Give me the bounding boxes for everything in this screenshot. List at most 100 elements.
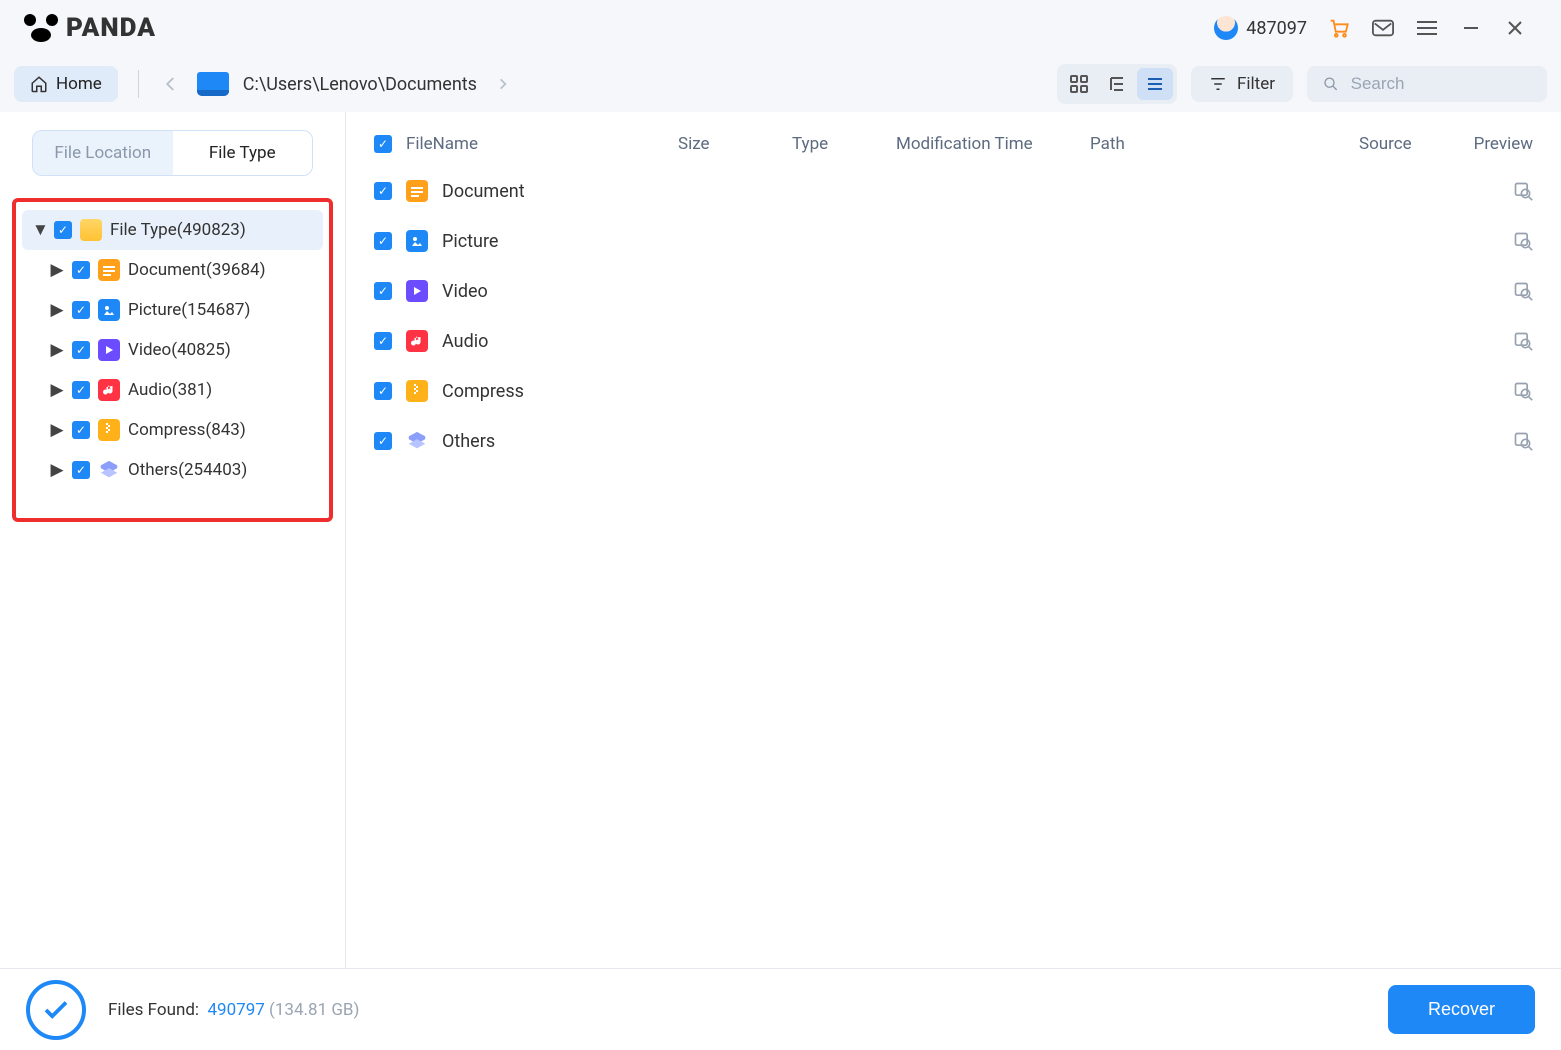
preview-button[interactable]: [1493, 231, 1533, 251]
view-mode-group: [1057, 64, 1177, 104]
tree-root-count: (490823): [177, 220, 246, 240]
preview-button[interactable]: [1493, 381, 1533, 401]
home-button[interactable]: Home: [14, 66, 118, 102]
tree-root-label: File Type: [110, 220, 177, 240]
home-icon: [30, 75, 48, 93]
filter-label: Filter: [1237, 74, 1275, 94]
tree-item-label: Audio(381): [128, 380, 212, 400]
tree-item-label: Document(39684): [128, 260, 266, 280]
row-checkbox[interactable]: ✓: [374, 232, 392, 250]
checkbox[interactable]: ✓: [54, 221, 72, 239]
pic-icon: [98, 299, 120, 321]
mail-icon[interactable]: [1361, 6, 1405, 50]
table-header: ✓ FileName Size Type Modification Time P…: [374, 126, 1533, 166]
sidebar: File Location File Type ▼ ✓ File Type(49…: [0, 112, 346, 968]
tree-item-label: Others(254403): [128, 460, 247, 480]
scan-complete-icon: [26, 980, 86, 1040]
tree-item-label: Video(40825): [128, 340, 231, 360]
file-list: ✓ FileName Size Type Modification Time P…: [346, 112, 1561, 968]
status-count: 490797: [208, 1000, 265, 1020]
vid-icon: [406, 280, 428, 302]
select-all-checkbox[interactable]: ✓: [374, 135, 392, 153]
tree-item-zip[interactable]: ▶ ✓ Compress(843): [16, 410, 329, 450]
row-checkbox[interactable]: ✓: [374, 382, 392, 400]
col-type[interactable]: Type: [792, 134, 882, 154]
filter-button[interactable]: Filter: [1191, 66, 1293, 102]
tree-item-doc[interactable]: ▶ ✓ Document(39684): [16, 250, 329, 290]
table-row[interactable]: ✓ Audio: [374, 316, 1533, 366]
caret-right-icon[interactable]: ▶: [50, 460, 64, 480]
panda-icon: [24, 14, 58, 42]
caret-right-icon[interactable]: ▶: [50, 260, 64, 280]
row-checkbox[interactable]: ✓: [374, 182, 392, 200]
checkbox[interactable]: ✓: [72, 421, 90, 439]
tree-item-label: Compress(843): [128, 420, 246, 440]
col-filename[interactable]: FileName: [406, 134, 478, 154]
preview-button[interactable]: [1493, 431, 1533, 451]
col-modification-time[interactable]: Modification Time: [896, 134, 1076, 154]
back-button[interactable]: [159, 72, 183, 96]
status-label: Files Found:: [108, 1000, 199, 1020]
checkbox[interactable]: ✓: [72, 261, 90, 279]
table-row[interactable]: ✓Document: [374, 166, 1533, 216]
tree-item-vid[interactable]: ▶ ✓ Video(40825): [16, 330, 329, 370]
tree-item-label: Picture(154687): [128, 300, 250, 320]
status-size: (134.81 GB): [269, 1000, 359, 1020]
list-view-button[interactable]: [1137, 68, 1173, 100]
tab-file-location[interactable]: File Location: [33, 131, 173, 175]
row-checkbox[interactable]: ✓: [374, 432, 392, 450]
close-button[interactable]: [1493, 6, 1537, 50]
checkbox[interactable]: ✓: [72, 301, 90, 319]
recover-button[interactable]: Recover: [1388, 985, 1535, 1034]
search-input[interactable]: [1351, 74, 1531, 94]
filter-icon: [1209, 75, 1227, 93]
search-icon: [1323, 75, 1339, 93]
menu-icon[interactable]: [1405, 6, 1449, 50]
table-row[interactable]: ✓ Compress: [374, 366, 1533, 416]
preview-button[interactable]: [1493, 181, 1533, 201]
table-row[interactable]: ✓Picture: [374, 216, 1533, 266]
tree-view-button[interactable]: [1099, 68, 1135, 100]
chevron-right-icon[interactable]: [491, 72, 515, 96]
caret-right-icon[interactable]: ▶: [50, 380, 64, 400]
breadcrumb-path[interactable]: C:\Users\Lenovo\Documents: [243, 74, 477, 95]
search-box[interactable]: [1307, 66, 1547, 102]
col-size[interactable]: Size: [678, 134, 778, 154]
row-name: Others: [442, 431, 495, 452]
oth-icon: [406, 430, 428, 452]
minimize-button[interactable]: [1449, 6, 1493, 50]
app-name: PANDA: [66, 13, 156, 43]
caret-right-icon[interactable]: ▶: [50, 420, 64, 440]
caret-right-icon[interactable]: ▶: [50, 340, 64, 360]
pic-icon: [406, 230, 428, 252]
tree-item-pic[interactable]: ▶ ✓ Picture(154687): [16, 290, 329, 330]
row-name: Compress: [442, 381, 524, 402]
tab-file-type[interactable]: File Type: [173, 131, 313, 175]
caret-down-icon[interactable]: ▼: [32, 220, 46, 240]
cart-icon[interactable]: [1317, 6, 1361, 50]
col-path[interactable]: Path: [1090, 134, 1345, 154]
sidebar-tabs: File Location File Type: [32, 130, 313, 176]
tree-item-aud[interactable]: ▶ ✓ Audio(381): [16, 370, 329, 410]
tree-item-oth[interactable]: ▶ ✓ Others(254403): [16, 450, 329, 490]
checkbox[interactable]: ✓: [72, 341, 90, 359]
user-avatar-icon[interactable]: [1214, 16, 1238, 40]
vid-icon: [98, 339, 120, 361]
row-checkbox[interactable]: ✓: [374, 282, 392, 300]
col-source[interactable]: Source: [1359, 134, 1439, 154]
table-row[interactable]: ✓Video: [374, 266, 1533, 316]
home-label: Home: [56, 74, 102, 94]
preview-button[interactable]: [1493, 331, 1533, 351]
col-preview[interactable]: Preview: [1453, 134, 1533, 154]
tree-root-file-type[interactable]: ▼ ✓ File Type(490823): [22, 210, 323, 250]
checkbox[interactable]: ✓: [72, 381, 90, 399]
caret-right-icon[interactable]: ▶: [50, 300, 64, 320]
grid-view-button[interactable]: [1061, 68, 1097, 100]
row-checkbox[interactable]: ✓: [374, 332, 392, 350]
row-name: Audio: [442, 331, 488, 352]
nav-toolbar: Home C:\Users\Lenovo\Documents Filter: [0, 56, 1561, 112]
preview-button[interactable]: [1493, 281, 1533, 301]
aud-icon: [98, 379, 120, 401]
checkbox[interactable]: ✓: [72, 461, 90, 479]
table-row[interactable]: ✓ Others: [374, 416, 1533, 466]
